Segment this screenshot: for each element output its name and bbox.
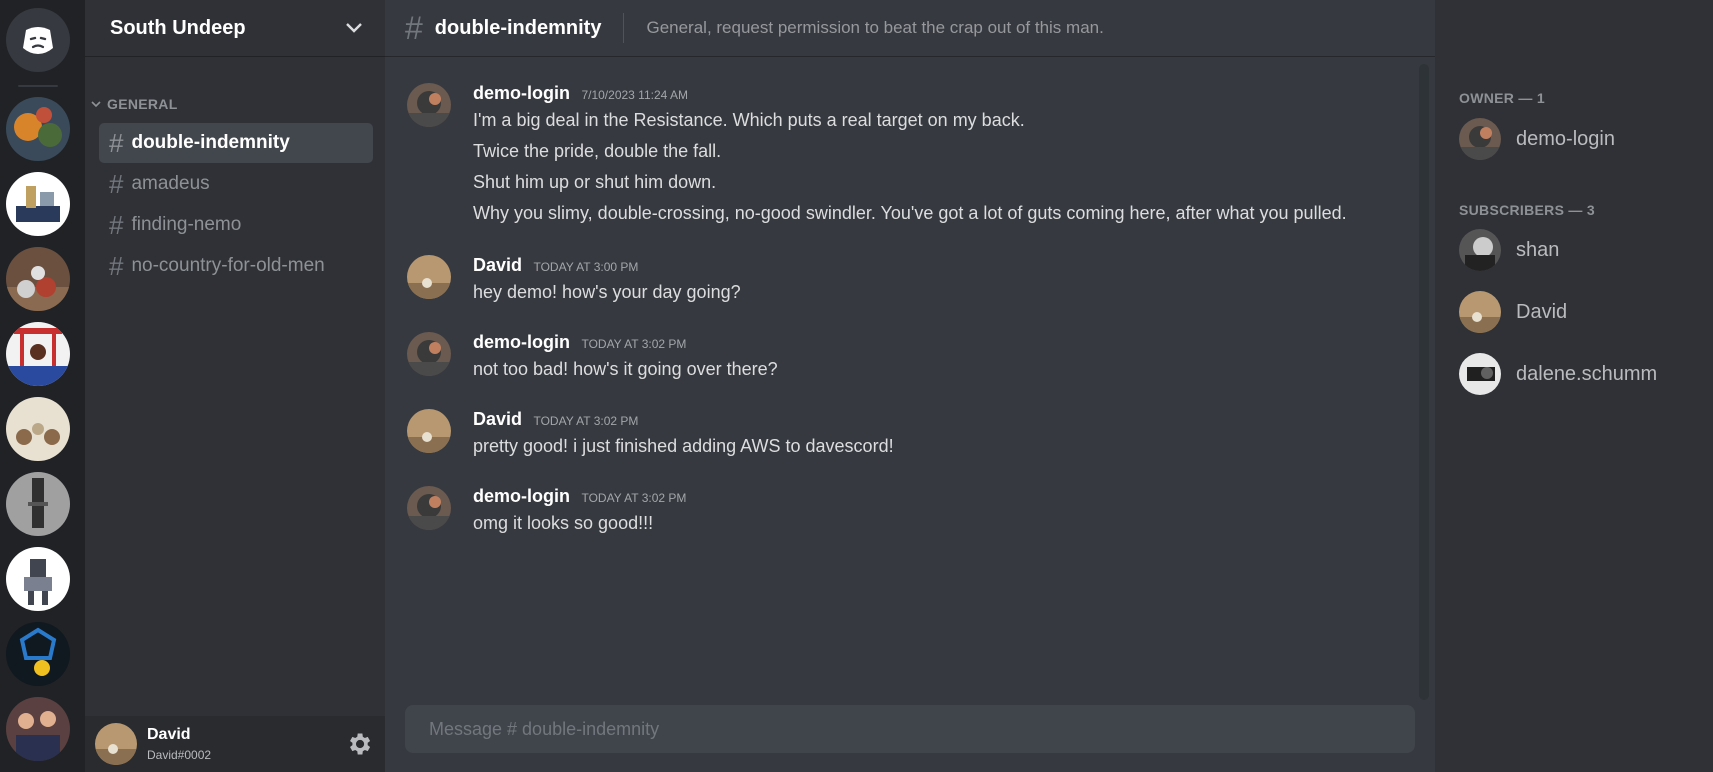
message-author[interactable]: David (473, 409, 522, 429)
scrollbar[interactable] (1419, 64, 1429, 700)
hashtag-icon: # (109, 209, 124, 240)
member-item[interactable]: David (1459, 291, 1567, 333)
channel-amadeus[interactable]: # amadeus (99, 164, 373, 204)
message-author[interactable]: demo-login (473, 486, 570, 506)
message-timestamp: TODAY AT 3:00 PM (533, 260, 639, 274)
server-icon-6[interactable] (6, 472, 70, 536)
message-text: not too bad! how's it going over there? (473, 359, 778, 379)
server-icon-8[interactable] (6, 622, 70, 686)
server-icon-4[interactable] (6, 322, 70, 386)
avatar[interactable] (95, 723, 137, 765)
gear-icon[interactable] (345, 730, 373, 758)
avatar (1459, 353, 1501, 395)
avatar[interactable] (407, 486, 451, 530)
member-name: dalene.schumm (1516, 362, 1658, 385)
message-text: Why you slimy, double-crossing, no-good … (473, 203, 1347, 223)
member-name: David (1516, 300, 1568, 323)
rail-divider (18, 85, 58, 87)
message-input[interactable] (429, 718, 1415, 740)
current-user-tag: David#0002 (147, 748, 212, 762)
server-name: South Undeep (110, 16, 246, 39)
channel-finding-nemo[interactable]: # finding-nemo (99, 205, 373, 245)
channel-double-indemnity[interactable]: # double-indemnity (99, 123, 373, 163)
category-general[interactable]: GENERAL (91, 96, 178, 112)
member-item[interactable]: shan (1459, 229, 1559, 271)
message-author[interactable]: David (473, 255, 522, 275)
category-label: GENERAL (107, 96, 178, 112)
home-button[interactable] (6, 8, 70, 72)
hashtag-icon: # (405, 9, 423, 46)
message-text: Twice the pride, double the fall. (473, 141, 722, 161)
message-text: hey demo! how's your day going? (473, 282, 741, 302)
discord-logo-icon (23, 27, 53, 54)
avatar[interactable] (407, 83, 451, 127)
hashtag-icon: # (109, 168, 124, 199)
message-text: Shut him up or shut him down. (473, 172, 717, 192)
member-name: demo-login (1516, 127, 1615, 150)
current-user-name: David (147, 726, 191, 743)
channel-sidebar: South Undeep GENERAL # double-indemnity … (85, 0, 385, 772)
message-text: omg it looks so good!!! (473, 513, 654, 533)
avatar (1459, 229, 1501, 271)
avatar[interactable] (407, 255, 451, 299)
message-text: pretty good! i just finished adding AWS … (473, 436, 894, 456)
chat-header: # double-indemnity General, request perm… (385, 0, 1435, 56)
server-icon-1[interactable] (6, 97, 70, 161)
avatar (1459, 291, 1501, 333)
member-item[interactable]: demo-login (1459, 118, 1615, 160)
hashtag-icon: # (109, 127, 124, 158)
server-icon-2[interactable] (6, 172, 70, 236)
subscribers-header: SUBSCRIBERS — 3 (1459, 202, 1595, 218)
avatar[interactable] (407, 332, 451, 376)
channel-no-country-for-old-men[interactable]: # no-country-for-old-men (99, 246, 373, 286)
avatar (1459, 118, 1501, 160)
owner-header: OWNER — 1 (1459, 90, 1545, 106)
member-item[interactable]: dalene.schumm (1459, 353, 1657, 395)
chevron-down-icon (91, 101, 101, 108)
message-timestamp: TODAY AT 3:02 PM (533, 414, 639, 428)
chat-area: # double-indemnity General, request perm… (385, 0, 1435, 772)
server-header[interactable]: South Undeep (85, 0, 385, 56)
hashtag-icon: # (109, 250, 124, 281)
channel-topic: General, request permission to beat the … (646, 18, 1104, 37)
message-composer (405, 705, 1415, 753)
message-author[interactable]: demo-login (473, 83, 570, 103)
channel-label: finding-nemo (131, 214, 242, 235)
channel-label: no-country-for-old-men (131, 255, 325, 276)
avatar[interactable] (407, 409, 451, 453)
server-icon-5[interactable] (6, 397, 70, 461)
message-text: I'm a big deal in the Resistance. Which … (473, 110, 1025, 130)
channel-label: double-indemnity (131, 132, 290, 153)
message-timestamp: 7/10/2023 11:24 AM (581, 88, 688, 102)
channel-title: double-indemnity (434, 16, 602, 39)
server-icon-3[interactable] (6, 247, 70, 311)
message-timestamp: TODAY AT 3:02 PM (581, 337, 687, 351)
member-list: OWNER — 1 demo-login SUBSCRIBERS — 3 sha… (1435, 0, 1713, 772)
message-author[interactable]: demo-login (473, 332, 570, 352)
channel-label: amadeus (131, 173, 210, 194)
server-icon-7[interactable] (6, 547, 70, 611)
user-panel: David David#0002 (85, 716, 385, 772)
server-icon-9[interactable] (6, 697, 70, 761)
chevron-down-icon (346, 23, 362, 33)
header-divider (623, 13, 625, 43)
message-timestamp: TODAY AT 3:02 PM (581, 491, 687, 505)
server-rail (0, 0, 85, 772)
member-name: shan (1516, 238, 1560, 261)
